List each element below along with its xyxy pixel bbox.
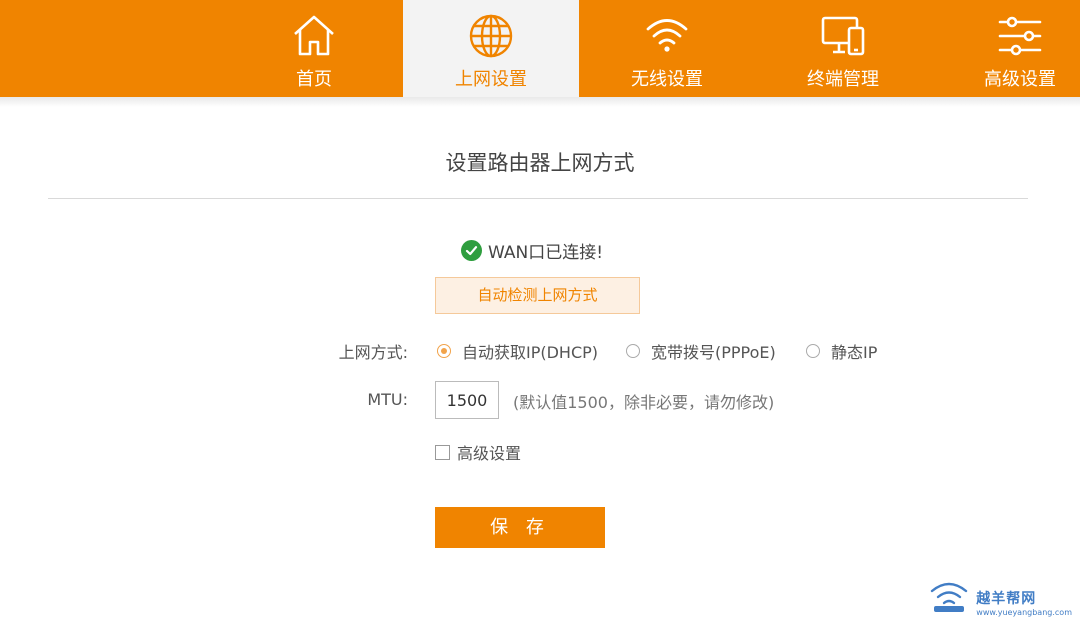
watermark: 越羊帮网 www.yueyangbang.com bbox=[928, 579, 1072, 617]
radio-dhcp[interactable]: 自动获取IP(DHCP) bbox=[437, 339, 598, 363]
check-circle-icon bbox=[461, 239, 482, 261]
top-nav: 首页 上网设置 无线设置 终端管理 高级设置 bbox=[0, 0, 1080, 97]
devices-icon bbox=[819, 12, 867, 60]
tab-advanced-settings[interactable]: 高级设置 bbox=[932, 0, 1080, 97]
tab-label: 高级设置 bbox=[984, 69, 1056, 90]
wan-status: WAN口已连接! bbox=[461, 239, 604, 263]
sliders-icon bbox=[996, 12, 1044, 60]
tab-internet-settings[interactable]: 上网设置 bbox=[403, 0, 579, 97]
radio-label: 自动获取IP(DHCP) bbox=[462, 343, 599, 362]
radio-pppoe[interactable]: 宽带拨号(PPPoE) bbox=[626, 339, 776, 363]
radio-label: 静态IP bbox=[831, 343, 878, 362]
watermark-name: 越羊帮网 bbox=[976, 591, 1037, 607]
radio-static-ip[interactable]: 静态IP bbox=[806, 339, 877, 363]
advanced-settings-checkbox[interactable]: 高级设置 bbox=[435, 440, 521, 464]
wan-status-text: WAN口已连接! bbox=[488, 242, 604, 263]
wifi-logo-icon bbox=[928, 579, 970, 617]
save-button[interactable]: 保 存 bbox=[435, 507, 605, 548]
radio-label: 宽带拨号(PPPoE) bbox=[651, 343, 776, 362]
mtu-input[interactable] bbox=[435, 381, 499, 419]
auto-detect-button[interactable]: 自动检测上网方式 bbox=[435, 277, 640, 314]
radio-indicator[interactable] bbox=[806, 344, 820, 358]
tab-home[interactable]: 首页 bbox=[226, 0, 402, 97]
connection-type-label: 上网方式: bbox=[338, 343, 408, 362]
checkbox-label: 高级设置 bbox=[457, 444, 522, 463]
page-title: 设置路由器上网方式 bbox=[445, 151, 635, 175]
tab-label: 终端管理 bbox=[807, 69, 879, 90]
radio-indicator[interactable] bbox=[626, 344, 640, 358]
checkbox-box[interactable] bbox=[435, 444, 450, 460]
globe-icon bbox=[467, 12, 515, 60]
tab-label: 无线设置 bbox=[631, 69, 703, 90]
nav-shadow bbox=[0, 97, 1080, 107]
tab-wireless-settings[interactable]: 无线设置 bbox=[579, 0, 755, 97]
tab-device-management[interactable]: 终端管理 bbox=[755, 0, 931, 97]
home-icon bbox=[290, 12, 338, 60]
mtu-hint: (默认值1500，除非必要，请勿修改) bbox=[513, 393, 775, 412]
tab-label: 上网设置 bbox=[455, 69, 527, 90]
watermark-url: www.yueyangbang.com bbox=[976, 608, 1072, 617]
tab-label: 首页 bbox=[296, 69, 332, 90]
mtu-label: MTU: bbox=[367, 390, 408, 409]
radio-selected-indicator[interactable] bbox=[437, 344, 451, 358]
divider bbox=[48, 198, 1028, 199]
wifi-icon bbox=[643, 12, 691, 60]
